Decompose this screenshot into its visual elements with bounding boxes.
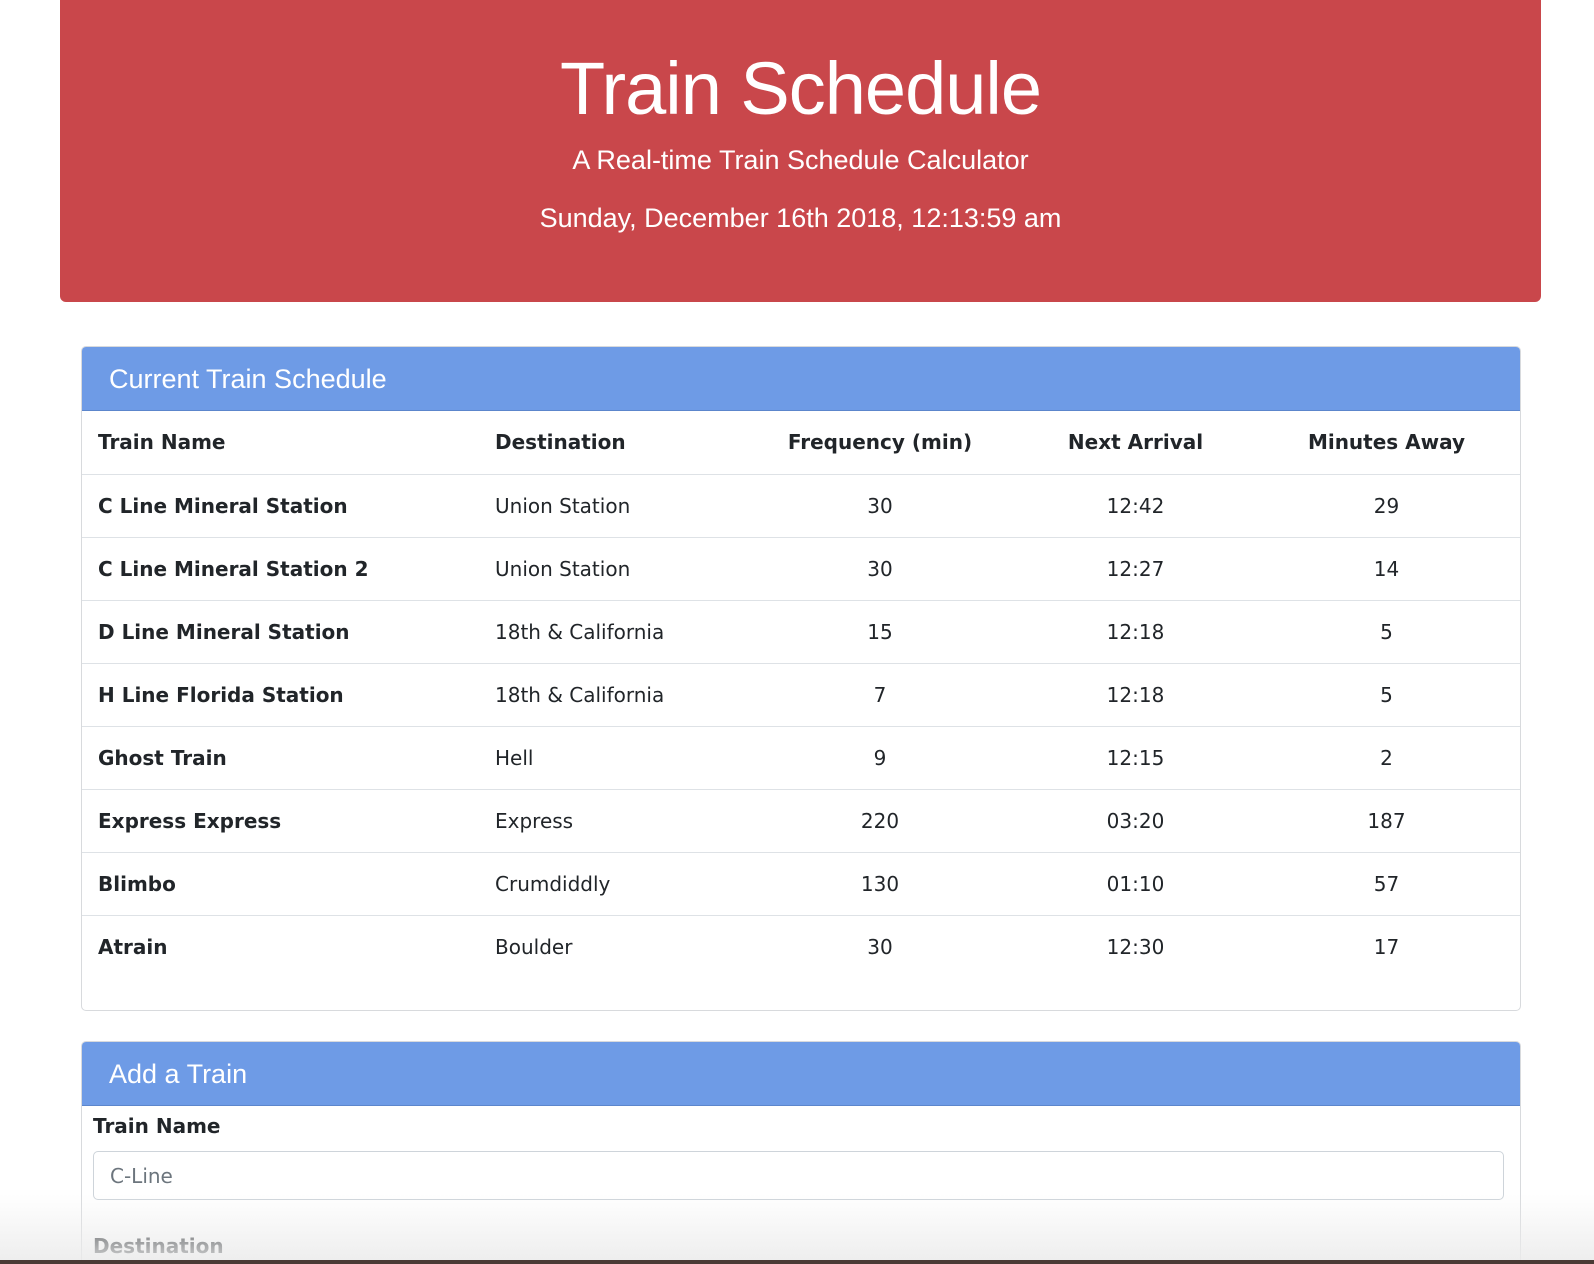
destination-cell: Crumdiddly — [479, 852, 742, 916]
train-name-cell: Atrain — [98, 934, 168, 959]
minutes-away-cell: 14 — [1253, 537, 1520, 601]
destination-cell: 18th & California — [479, 600, 742, 664]
frequency-cell: 30 — [742, 474, 1018, 538]
minutes-away-cell: 57 — [1253, 852, 1520, 916]
frequency-cell: 130 — [742, 852, 1018, 916]
frequency-cell: 9 — [742, 726, 1018, 790]
frequency-cell: 7 — [742, 663, 1018, 727]
add-train-card-heading: Add a Train — [82, 1042, 1520, 1106]
page: Train Schedule A Real-time Train Schedul… — [0, 0, 1594, 1264]
destination-label: Destination — [93, 1234, 224, 1258]
column-header-minutes-away: Minutes Away — [1253, 411, 1520, 475]
minutes-away-cell: 2 — [1253, 726, 1520, 790]
train-name-cell: C Line Mineral Station 2 — [82, 537, 479, 601]
frequency-cell: 15 — [742, 600, 1018, 664]
table-row: H Line Florida Station 18th & California… — [82, 663, 1520, 727]
next-arrival-cell: 12:42 — [1018, 474, 1253, 538]
current-datetime: Sunday, December 16th 2018, 12:13:59 am — [539, 203, 1062, 233]
frequency-cell: 30 — [867, 934, 893, 959]
page-title: Train Schedule — [560, 47, 1042, 130]
minutes-away-cell: 17 — [1373, 934, 1400, 959]
schedule-card: Current Train Schedule Train Name Destin… — [81, 346, 1521, 1011]
minutes-away-cell: 5 — [1253, 663, 1520, 727]
train-name-cell: Blimbo — [82, 852, 479, 916]
minutes-away-cell: 187 — [1253, 789, 1520, 853]
next-arrival-cell: 12:27 — [1018, 537, 1253, 601]
frequency-cell: 220 — [742, 789, 1018, 853]
column-header-destination: Destination — [479, 411, 742, 475]
train-name-cell: Express Express — [82, 789, 479, 853]
train-name-cell: D Line Mineral Station — [82, 600, 479, 664]
table-row: Blimbo Crumdiddly 130 01:10 57 — [82, 852, 1520, 916]
table-row: Ghost Train Hell 9 12:15 2 — [82, 726, 1520, 790]
destination-cell: Boulder — [495, 934, 573, 959]
frequency-cell: 30 — [742, 537, 1018, 601]
next-arrival-cell: 12:18 — [1018, 600, 1253, 664]
next-arrival-cell: 03:20 — [1018, 789, 1253, 853]
train-name-cell: Ghost Train — [82, 726, 479, 790]
table-row: C Line Mineral Station Union Station 30 … — [82, 474, 1520, 538]
train-name-cell: C Line Mineral Station — [82, 474, 479, 538]
next-arrival-cell: 01:10 — [1018, 852, 1253, 916]
destination-cell: Hell — [479, 726, 742, 790]
column-header-next-arrival: Next Arrival — [1018, 411, 1253, 475]
page-subtitle: A Real-time Train Schedule Calculator — [572, 145, 1029, 175]
minutes-away-cell: 29 — [1253, 474, 1520, 538]
table-row: Atrain Boulder 30 12:30 17 — [82, 915, 1520, 978]
destination-cell: Union Station — [479, 474, 742, 538]
destination-cell: Union Station — [479, 537, 742, 601]
destination-cell: 18th & California — [479, 663, 742, 727]
add-train-card: Add a Train Train Name Destination — [81, 1041, 1521, 1264]
train-name-input[interactable] — [93, 1151, 1504, 1200]
next-arrival-cell: 12:30 — [1106, 934, 1165, 959]
table-row: D Line Mineral Station 18th & California… — [82, 600, 1520, 664]
header-banner: Train Schedule A Real-time Train Schedul… — [60, 0, 1541, 302]
column-header-frequency: Frequency (min) — [742, 411, 1018, 475]
table-row: C Line Mineral Station 2 Union Station 3… — [82, 537, 1520, 601]
column-header-train-name: Train Name — [82, 411, 479, 475]
next-arrival-cell: 12:15 — [1018, 726, 1253, 790]
train-name-label: Train Name — [93, 1114, 221, 1138]
destination-cell: Express — [479, 789, 742, 853]
schedule-card-heading: Current Train Schedule — [82, 347, 1520, 411]
bottom-edge-bar — [0, 1260, 1594, 1264]
table-header-row: Train Name Destination Frequency (min) N… — [82, 411, 1520, 475]
next-arrival-cell: 12:18 — [1018, 663, 1253, 727]
train-name-cell: H Line Florida Station — [82, 663, 479, 727]
table-row: Express Express Express 220 03:20 187 — [82, 789, 1520, 853]
minutes-away-cell: 5 — [1253, 600, 1520, 664]
schedule-table: Train Name Destination Frequency (min) N… — [82, 411, 1520, 978]
